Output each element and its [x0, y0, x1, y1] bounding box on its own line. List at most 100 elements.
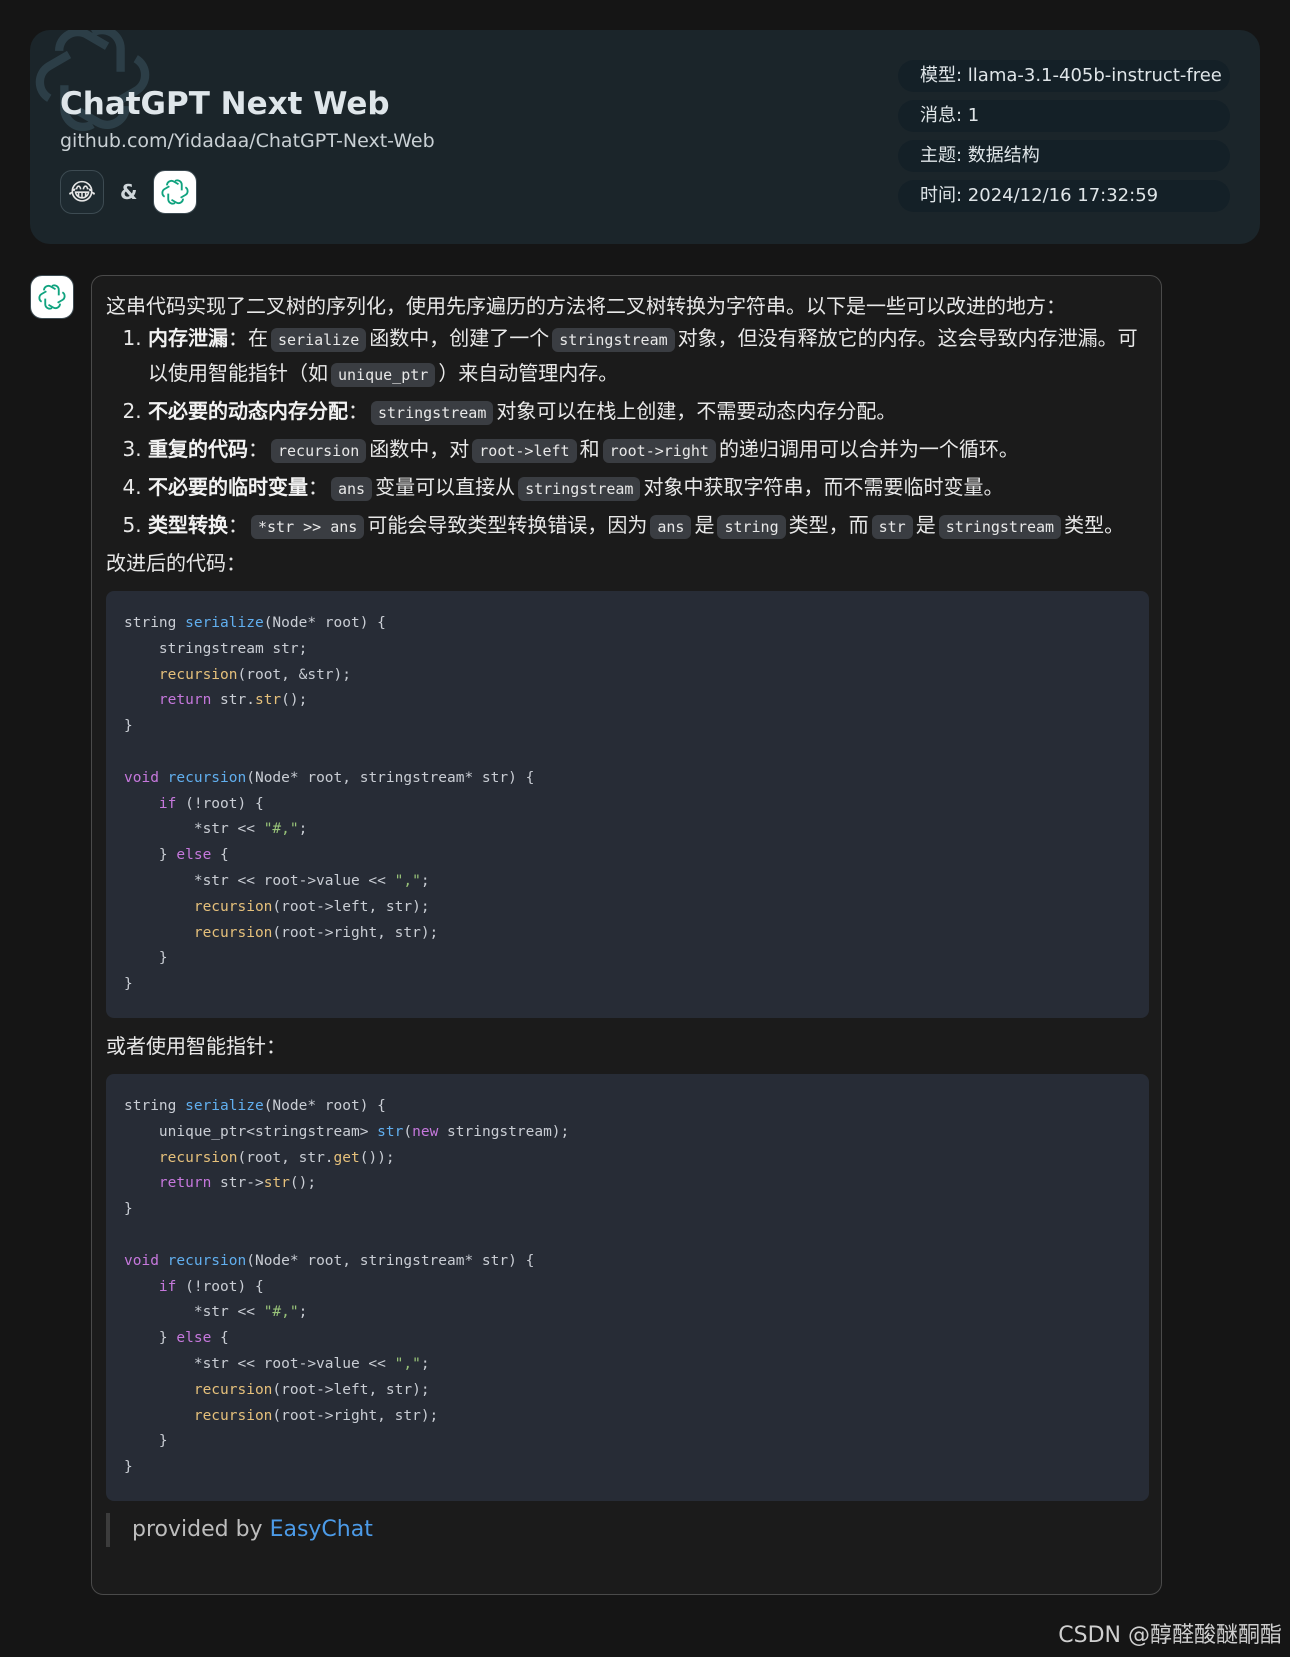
- code-token: (root->right, str);: [272, 924, 439, 941]
- code-line: void recursion(Node* root, stringstream*…: [124, 1253, 534, 1269]
- code-token: return: [158, 692, 212, 709]
- improvement-item: 不必要的动态内存分配：stringstream对象可以在栈上创建，不需要动态内存…: [148, 395, 1149, 430]
- easychat-link[interactable]: EasyChat: [270, 1517, 373, 1542]
- code-block-smart-pointer[interactable]: string serialize(Node* root) { unique_pt…: [106, 1073, 1149, 1501]
- openai-logo-icon: [161, 179, 190, 205]
- code-line: *str << root->value << ",";: [124, 873, 430, 889]
- code-line: recursion(root->left, str);: [124, 1382, 430, 1398]
- improvement-text: 是: [915, 513, 936, 537]
- improvement-text: 的递归调用可以合并为一个循环。: [718, 437, 1019, 461]
- code-line: *str << "#,";: [124, 1304, 308, 1321]
- code-line: if (!root) {: [124, 1279, 264, 1295]
- bot-avatar: [153, 170, 198, 214]
- code-token: }: [124, 950, 168, 967]
- code-token: *str <<: [124, 1304, 264, 1321]
- chat-meta: 模型: llama-3.1-405b-instruct-free 消息: 1 主…: [898, 60, 1230, 220]
- improvement-text: 可能会导致类型转换错误，因为: [367, 513, 648, 537]
- code-token: {: [211, 847, 229, 864]
- improvement-text: 是: [694, 513, 715, 537]
- app-title: ChatGPT Next Web: [60, 86, 390, 122]
- code-line: void recursion(Node* root, stringstream*…: [124, 770, 534, 786]
- code-token: }: [124, 1459, 133, 1476]
- code-line: *str << "#,";: [124, 821, 308, 838]
- code-token: str: [377, 1123, 404, 1140]
- page: ChatGPT Next Web github.com/Yidadaa/Chat…: [0, 0, 1290, 1657]
- improvement-text: 对象中获取字符串，而不需要临时变量。: [643, 475, 1004, 499]
- code-token: stringstream);: [438, 1123, 570, 1140]
- inline-code: stringstream: [518, 477, 641, 501]
- code-token: recursion: [158, 666, 238, 683]
- code-token: (Node* root, stringstream* str) {: [246, 1252, 535, 1269]
- improvement-text: 类型，而: [788, 513, 869, 537]
- improvement-text: ）来自动管理内存。: [438, 361, 619, 385]
- code-token: ();: [289, 1175, 317, 1192]
- code-token: string: [124, 615, 186, 631]
- improvement-text: 函数中，创建了一个: [369, 326, 550, 350]
- improvement-text: 类型。: [1064, 513, 1125, 537]
- improvement-text: 对象可以在栈上创建，不需要动态内存分配。: [496, 399, 897, 423]
- code-line: recursion(root, str.get());: [124, 1150, 395, 1166]
- inline-code: ans: [331, 477, 373, 501]
- code-token: (!root) {: [176, 1278, 264, 1295]
- improved-code-label: 改进后的代码：: [106, 551, 246, 575]
- provided-by-text: provided by: [132, 1516, 270, 1542]
- chat-header: ChatGPT Next Web github.com/Yidadaa/Chat…: [30, 30, 1260, 244]
- code-token: recursion: [167, 1252, 247, 1269]
- csdn-watermark: CSDN @醇醛酸醚酮酯: [1058, 1623, 1282, 1648]
- code-token: ;: [298, 821, 308, 838]
- code-token: ;: [420, 872, 430, 889]
- message-bubble: 这串代码实现了二叉树的序列化，使用先序遍历的方法将二叉树转换为字符串。以下是一些…: [91, 275, 1162, 1595]
- ampersand: &: [120, 180, 138, 204]
- provided-by-quote: provided by EasyChat: [106, 1512, 1149, 1547]
- meta-topic: 主题: 数据结构: [898, 140, 1230, 172]
- code-token: ",": [394, 872, 421, 889]
- improvement-title: 不必要的临时变量: [148, 475, 308, 499]
- inline-code: serialize: [271, 328, 367, 352]
- code-token: {: [211, 1330, 229, 1347]
- code-token: str->: [211, 1175, 264, 1192]
- improvement-text: 和: [579, 437, 600, 461]
- inline-code: stringstream: [371, 401, 494, 425]
- code-token: (root->left, str);: [272, 1381, 430, 1398]
- meta-model: 模型: llama-3.1-405b-instruct-free: [898, 60, 1230, 92]
- avatar-row: 😂 &: [60, 170, 198, 214]
- code-token: get: [333, 1149, 360, 1166]
- code-token: (Node* root, stringstream* str) {: [246, 769, 535, 786]
- code-token: recursion: [167, 769, 247, 786]
- code-token: (!root) {: [176, 795, 264, 812]
- code-line: unique_ptr<stringstream> str(new strings…: [124, 1124, 569, 1140]
- code-token: serialize: [185, 1097, 264, 1114]
- code-token: }: [124, 847, 177, 864]
- code-token: recursion: [193, 1381, 273, 1398]
- code-block-improved[interactable]: string serialize(Node* root) { stringstr…: [106, 591, 1149, 1018]
- code-token: "#,": [263, 821, 299, 838]
- code-token: if: [158, 795, 177, 812]
- code-line: recursion(root->right, str);: [124, 1408, 438, 1424]
- message-bot-avatar: [30, 275, 74, 319]
- code-token: (root, str.: [237, 1149, 334, 1166]
- code-line: }: [124, 1433, 168, 1449]
- inline-code: recursion: [271, 439, 367, 463]
- app-subtitle-link[interactable]: github.com/Yidadaa/ChatGPT-Next-Web: [60, 130, 435, 152]
- inline-code: stringstream: [552, 328, 675, 352]
- message-intro: 这串代码实现了二叉树的序列化，使用先序遍历的方法将二叉树转换为字符串。以下是一些…: [106, 294, 1066, 318]
- meta-time: 时间: 2024/12/16 17:32:59: [898, 180, 1230, 212]
- improvement-text: 函数中，对: [369, 437, 470, 461]
- code-line: return str.str();: [124, 692, 307, 708]
- inline-code: root->right: [602, 439, 716, 463]
- improvement-item: 类型转换：*str >> ans可能会导致类型转换错误，因为ans是string…: [148, 509, 1149, 544]
- code-line: string serialize(Node* root) {: [124, 615, 386, 631]
- code-line: string serialize(Node* root) {: [124, 1098, 386, 1114]
- code-token: else: [176, 847, 212, 864]
- code-token: (root->left, str);: [272, 898, 430, 915]
- code-line: *str << root->value << ",";: [124, 1356, 430, 1372]
- improvement-list: 内存泄漏：在serialize函数中，创建了一个stringstream对象，但…: [106, 322, 1149, 544]
